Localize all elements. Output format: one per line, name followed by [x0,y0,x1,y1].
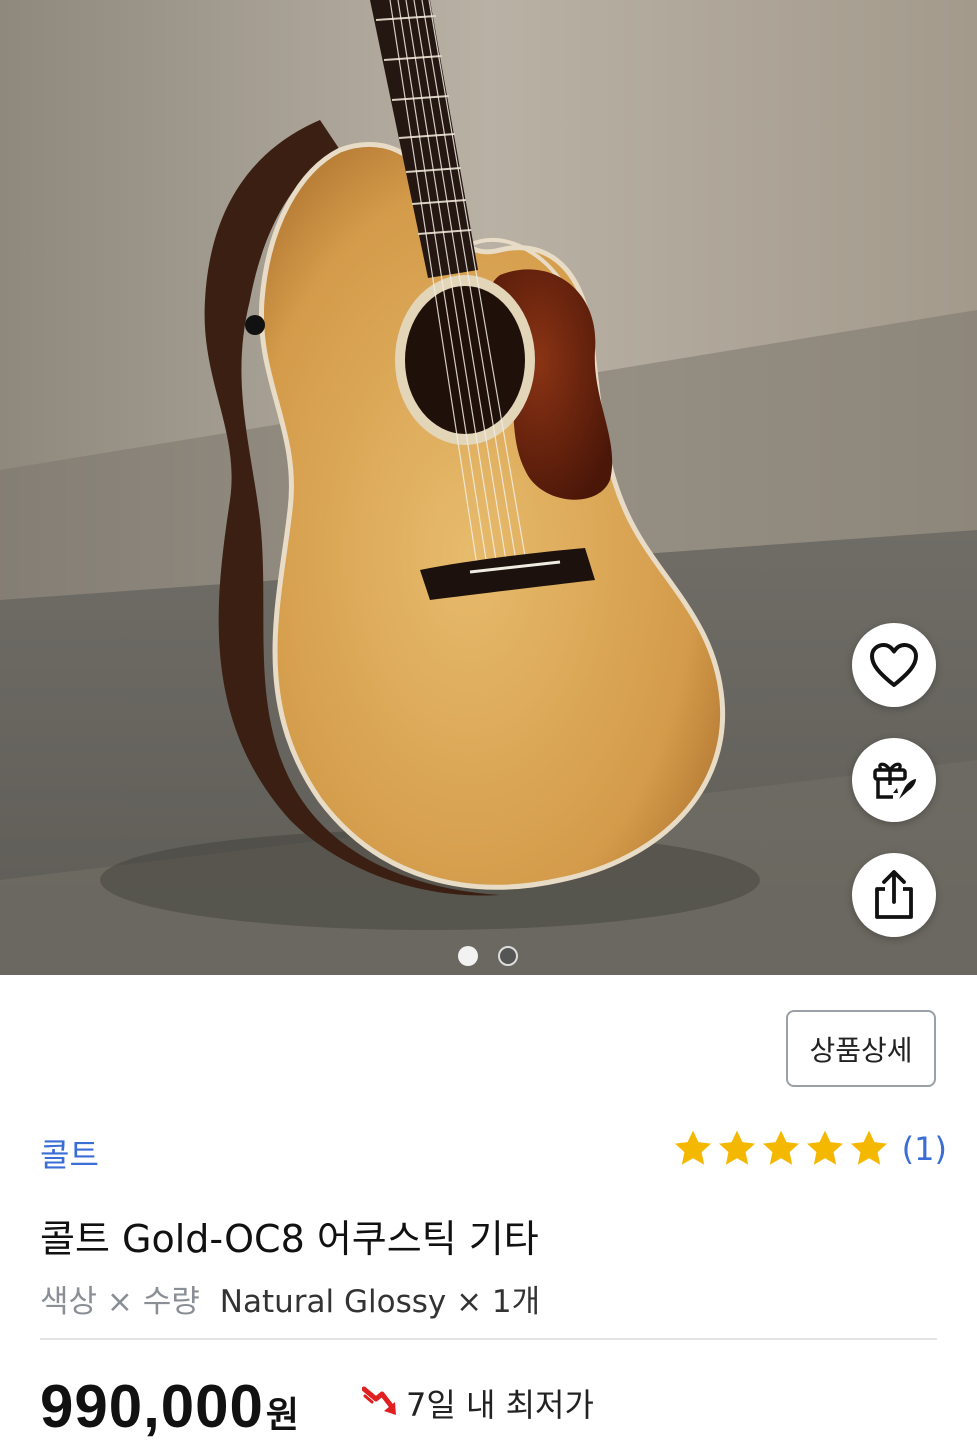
down-trend-arrow-icon [362,1386,396,1415]
wishlist-button[interactable] [852,623,936,707]
option-label: 색상 × 수량 [40,1284,200,1320]
product-detail-button[interactable]: 상품상세 [786,1010,936,1087]
gift-rocket-icon [873,762,916,799]
price-unit: 원 [265,1395,300,1436]
share-icon [875,870,913,919]
divider [40,1338,937,1340]
lowest-price-text: 7일 내 최저가 [406,1386,594,1424]
product-image-carousel[interactable] [0,0,977,975]
share-button[interactable] [852,853,936,937]
star-icon [806,1130,843,1165]
price-amount: 990,000 [40,1373,264,1440]
gift-button[interactable] [852,738,936,822]
star-icon [674,1130,711,1165]
star-icon [850,1130,887,1165]
selected-option: 색상 × 수량 Natural Glossy × 1개 [40,1276,540,1321]
star-icon [718,1130,755,1165]
star-icon [762,1130,799,1165]
price: 990,000 원 [40,1372,299,1441]
guitar-photo [0,0,977,975]
pagination-dot-1[interactable] [458,946,478,966]
pagination-dot-2[interactable] [498,946,518,966]
review-count: (1) [901,1130,947,1168]
carousel-pagination [458,946,518,966]
option-value: Natural Glossy × 1개 [219,1284,541,1320]
brand-link[interactable]: 콜트 [40,1130,99,1176]
heart-icon [870,643,918,687]
lowest-price-badge: 7일 내 최저가 [362,1380,594,1426]
product-title: 콜트 Gold-OC8 어쿠스틱 기타 [40,1217,539,1261]
rating-summary[interactable]: (1) [672,1128,947,1170]
